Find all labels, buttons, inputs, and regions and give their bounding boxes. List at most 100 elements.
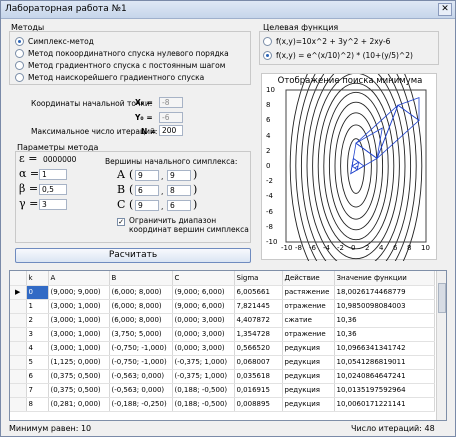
row-header[interactable]: ▶ (10, 285, 27, 300)
table-row[interactable]: 7 (0,375; 0,500) (-0,563; 0,000) (0,188; -0… (10, 383, 435, 398)
close-icon[interactable]: ✕ (438, 3, 452, 16)
table-cell[interactable]: редукция (282, 369, 335, 384)
table-cell[interactable]: (3,750; 5,000) (109, 327, 173, 342)
alpha-field[interactable]: 1 (39, 169, 67, 180)
table-cell[interactable]: 5 (26, 355, 49, 370)
row-header[interactable] (10, 327, 27, 342)
y0-field[interactable]: -6 (159, 112, 183, 123)
row-header[interactable] (10, 341, 27, 356)
method-coord-descent[interactable]: Метод покоординатного спуска нулевого по… (15, 48, 229, 59)
table-cell[interactable]: (-0,563; 0,000) (109, 369, 173, 384)
col-action[interactable]: Действие (282, 271, 335, 286)
table-cell[interactable]: 0,008895 (234, 397, 283, 412)
table-cell[interactable]: 10,0135197592964 (334, 383, 435, 398)
table-cell[interactable]: 10,36 (334, 327, 435, 342)
table-row[interactable]: 1 (3,000; 1,000) (6,000; 8,000) (9,000; 6,0… (10, 299, 435, 314)
table-cell[interactable]: (-0,563; 0,000) (109, 383, 173, 398)
table-cell[interactable]: (-0,375; 1,000) (172, 369, 235, 384)
limit-range-checkbox[interactable]: ✓ (117, 218, 125, 226)
table-cell[interactable]: растяжение (282, 285, 335, 300)
table-cell[interactable]: (9,000; 6,000) (172, 299, 235, 314)
table-cell[interactable]: (0,188; -0,500) (172, 383, 235, 398)
col-c[interactable]: C (172, 271, 235, 286)
table-cell[interactable]: отражение (282, 299, 335, 314)
table-cell[interactable]: 2 (26, 313, 49, 328)
table-row[interactable]: 2 (3,000; 1,000) (6,000; 8,000) (0,000; 3,0… (10, 313, 435, 328)
table-cell[interactable]: (3,000; 1,000) (48, 299, 110, 314)
col-a[interactable]: A (48, 271, 110, 286)
table-cell[interactable]: (-0,750; -1,000) (109, 341, 173, 356)
table-cell[interactable]: редукция (282, 341, 335, 356)
table-cell[interactable]: (3,000; 1,000) (48, 327, 110, 342)
table-cell[interactable]: 0,016915 (234, 383, 283, 398)
table-cell[interactable]: 3 (26, 327, 49, 342)
beta-field[interactable]: 0,5 (39, 184, 67, 195)
vertex-c-y[interactable]: 6 (167, 200, 191, 211)
table-cell[interactable]: 8 (26, 397, 49, 412)
table-cell[interactable]: (0,000; 3,000) (172, 341, 235, 356)
table-cell[interactable]: 10,0240864647241 (334, 369, 435, 384)
row-header[interactable] (10, 369, 27, 384)
table-cell[interactable]: редукция (282, 355, 335, 370)
table-cell[interactable]: отражение (282, 327, 335, 342)
table-cell[interactable]: (9,000; 6,000) (172, 285, 235, 300)
table-cell[interactable]: (0,281; 0,000) (48, 397, 110, 412)
vertex-c-x[interactable]: 9 (135, 200, 159, 211)
table-cell[interactable]: (3,000; 1,000) (48, 341, 110, 356)
results-table[interactable]: k A B C Sigma Действие Значение функции … (9, 270, 447, 421)
table-cell[interactable]: (6,000; 8,000) (109, 285, 173, 300)
table-cell[interactable]: 6,005661 (234, 285, 283, 300)
table-cell[interactable]: (0,000; 3,000) (172, 313, 235, 328)
table-cell[interactable]: 0,566520 (234, 341, 283, 356)
col-sigma[interactable]: Sigma (234, 271, 283, 286)
table-cell[interactable]: 1 (26, 299, 49, 314)
table-cell[interactable]: 10,0060171221141 (334, 397, 435, 412)
table-cell[interactable]: 10,9850098084003 (334, 299, 435, 314)
table-cell[interactable]: 4 (26, 341, 49, 356)
calculate-button[interactable]: Расчитать (15, 248, 251, 263)
col-k[interactable]: k (26, 271, 49, 286)
max-iter-field[interactable]: 200 (159, 125, 183, 136)
col-value[interactable]: Значение функции (334, 271, 435, 286)
table-cell[interactable]: 10,36 (334, 313, 435, 328)
table-cell[interactable]: редукция (282, 383, 335, 398)
function-2-option[interactable]: f(x,y) = e^(x/10)^2) * (10+(y/5)^2) (263, 50, 413, 61)
table-cell[interactable]: (0,188; -0,500) (172, 397, 235, 412)
table-row[interactable]: 4 (3,000; 1,000) (-0,750; -1,000) (0,000; 3… (10, 341, 435, 356)
x0-field[interactable]: -8 (159, 97, 183, 108)
table-cell[interactable]: 0,035618 (234, 369, 283, 384)
table-cell[interactable]: (3,000; 1,000) (48, 313, 110, 328)
vertex-a-x[interactable]: 9 (135, 170, 159, 181)
table-cell[interactable]: (1,125; 0,000) (48, 355, 110, 370)
method-gradient-const[interactable]: Метод градиентного спуска с постоянным ш… (15, 60, 225, 71)
table-row[interactable]: 6 (0,375; 0,500) (-0,563; 0,000) (-0,375; 1… (10, 369, 435, 384)
row-header[interactable] (10, 397, 27, 412)
table-cell[interactable]: 0,068007 (234, 355, 283, 370)
table-row[interactable]: 8 (0,281; 0,000) (-0,188; -0,250) (0,188; -… (10, 397, 435, 412)
scroll-thumb[interactable] (438, 283, 446, 313)
table-row[interactable]: 5 (1,125; 0,000) (-0,750; -1,000) (-0,375; … (10, 355, 435, 370)
table-cell[interactable]: 10,0541286819011 (334, 355, 435, 370)
row-header[interactable] (10, 383, 27, 398)
method-simplex[interactable]: Симплекс-метод (15, 36, 94, 47)
table-cell[interactable]: (-0,750; -1,000) (109, 355, 173, 370)
table-cell[interactable]: редукция (282, 397, 335, 412)
row-header[interactable] (10, 299, 27, 314)
table-cell[interactable]: 1,354728 (234, 327, 283, 342)
table-cell[interactable]: (-0,188; -0,250) (109, 397, 173, 412)
table-cell[interactable]: (0,000; 3,000) (172, 327, 235, 342)
table-cell[interactable]: 7 (26, 383, 49, 398)
row-header[interactable] (10, 313, 27, 328)
gamma-field[interactable]: 3 (39, 199, 67, 210)
function-1-option[interactable]: f(x,y)=10x^2 + 3y^2 + 2xy-6 (263, 36, 390, 47)
table-cell[interactable]: (6,000; 8,000) (109, 299, 173, 314)
table-row[interactable]: 3 (3,000; 1,000) (3,750; 5,000) (0,000; 3,0… (10, 327, 435, 342)
vertex-b-x[interactable]: 6 (135, 185, 159, 196)
table-cell[interactable]: (0,375; 0,500) (48, 383, 110, 398)
table-cell[interactable]: 10,0966341341742 (334, 341, 435, 356)
vertex-b-y[interactable]: 8 (167, 185, 191, 196)
table-cell[interactable]: 6 (26, 369, 49, 384)
table-cell[interactable]: (6,000; 8,000) (109, 313, 173, 328)
table-cell[interactable]: 18,0026174468779 (334, 285, 435, 300)
vertex-a-y[interactable]: 9 (167, 170, 191, 181)
